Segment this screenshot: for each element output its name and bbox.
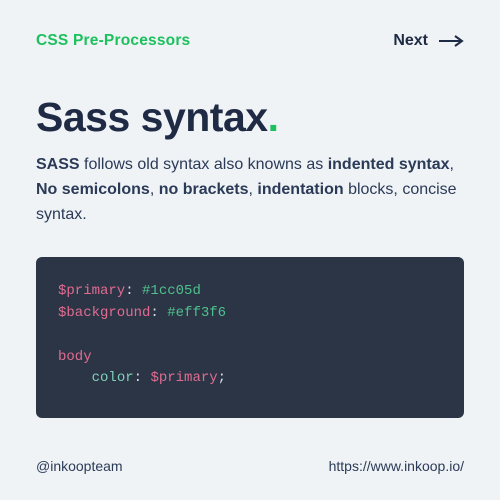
code-prop: color bbox=[92, 370, 134, 386]
code-colon-2: : bbox=[150, 305, 167, 321]
title-text: Sass syntax bbox=[36, 94, 268, 140]
desc-text-2: , bbox=[450, 156, 454, 173]
site-url: https://www.inkoop.io/ bbox=[329, 458, 464, 474]
code-var-1: $primary bbox=[58, 283, 125, 299]
next-button[interactable]: Next bbox=[393, 32, 464, 50]
code-semi: ; bbox=[218, 370, 226, 386]
desc-bold-2: indented syntax bbox=[328, 156, 450, 173]
code-selector: body bbox=[58, 349, 92, 365]
page-title: Sass syntax. bbox=[36, 96, 464, 139]
code-val-2: #eff3f6 bbox=[167, 305, 226, 321]
title-dot: . bbox=[268, 94, 279, 140]
desc-bold-4: no brackets bbox=[159, 181, 249, 198]
code-val-1: #1cc05d bbox=[142, 283, 201, 299]
footer: @inkoopteam https://www.inkoop.io/ bbox=[36, 436, 464, 474]
code-indent bbox=[58, 370, 92, 386]
desc-text-3: , bbox=[150, 181, 159, 198]
breadcrumb: CSS Pre-Processors bbox=[36, 32, 190, 50]
code-var-2: $background bbox=[58, 305, 150, 321]
code-colon-3: : bbox=[134, 370, 151, 386]
description: SASS follows old syntax also knowns as i… bbox=[36, 153, 464, 227]
code-block: $primary: #1cc05d $background: #eff3f6 b… bbox=[36, 257, 464, 417]
desc-bold-3: No semicolons bbox=[36, 181, 150, 198]
arrow-right-icon bbox=[438, 35, 464, 47]
desc-bold-1: SASS bbox=[36, 156, 80, 173]
header: CSS Pre-Processors Next bbox=[36, 32, 464, 50]
desc-bold-5: indentation bbox=[257, 181, 343, 198]
next-label: Next bbox=[393, 32, 428, 50]
code-colon-1: : bbox=[125, 283, 142, 299]
desc-text-1: follows old syntax also knowns as bbox=[80, 156, 328, 173]
code-val-3: $primary bbox=[150, 370, 217, 386]
social-handle: @inkoopteam bbox=[36, 458, 123, 474]
